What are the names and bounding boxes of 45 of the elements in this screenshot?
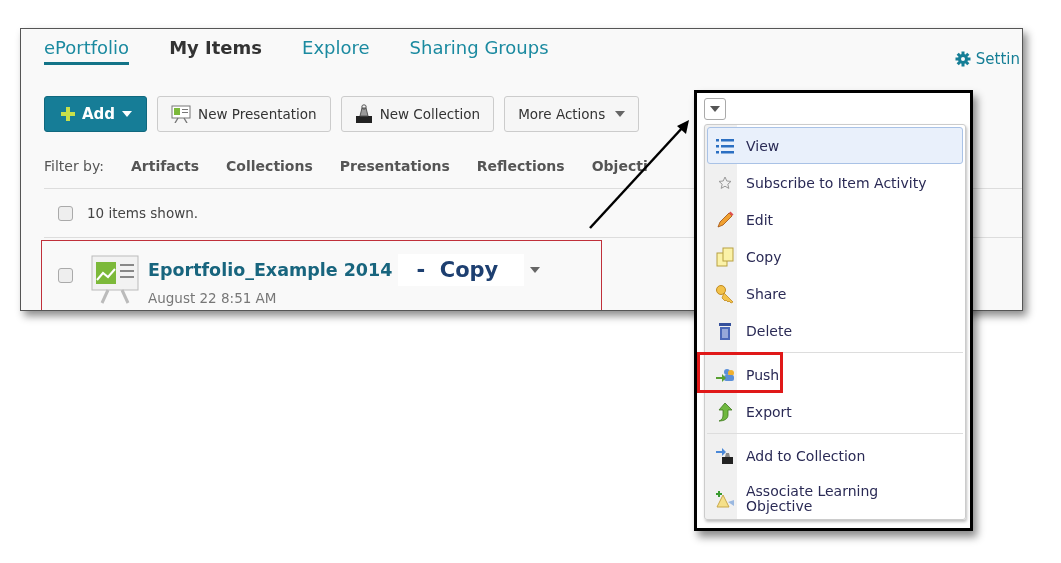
menu-item[interactable]: Associate Learning Objective [707, 474, 963, 524]
menu-item[interactable]: Subscribe to Item Activity [707, 164, 963, 201]
menu-item[interactable]: Push [707, 356, 963, 393]
menu-toggle-button[interactable] [704, 98, 726, 120]
settings-icon [954, 51, 971, 67]
menu-item[interactable]: Add to Collection [707, 437, 963, 474]
nav-tab[interactable]: Sharing Groups [409, 37, 549, 65]
menu-item[interactable]: Copy [707, 238, 963, 275]
filter-option[interactable]: Collections [226, 158, 313, 174]
filter-option[interactable]: Artifacts [131, 158, 200, 174]
target-icon [714, 488, 736, 510]
select-all-checkbox[interactable] [58, 205, 73, 221]
filter-label: Filter by: [44, 158, 104, 174]
items-count: 10 items shown. [87, 205, 199, 221]
menu-item[interactable]: View [707, 127, 963, 164]
caret-icon [122, 111, 133, 117]
item-menu-button[interactable] [530, 267, 541, 273]
menu-item[interactable]: Share [707, 275, 963, 312]
presentation-board-icon [90, 254, 140, 304]
nav-tab[interactable]: Explore [302, 37, 370, 65]
new-collection-button[interactable]: New Collection [340, 96, 495, 132]
filter-option[interactable]: Objecti [591, 158, 648, 174]
item-checkbox[interactable] [58, 268, 73, 283]
more-actions-button[interactable]: More Actions [504, 96, 640, 132]
caret-icon [710, 106, 720, 112]
presentation-board-icon [171, 105, 192, 123]
caret-icon [615, 111, 626, 117]
documents-icon [714, 245, 736, 268]
filter-option[interactable]: Reflections [476, 158, 565, 174]
annotation-label: - Copy [398, 254, 525, 286]
menu-item[interactable]: Edit [707, 201, 963, 238]
page-heading: My Items [169, 37, 263, 60]
item-date: August 22 8:51 AM [148, 290, 278, 306]
filter-option[interactable]: Presentations [339, 158, 450, 174]
settings-link[interactable]: Settin [975, 50, 1020, 68]
key-icon [714, 282, 736, 305]
add-button[interactable]: Add [44, 96, 148, 132]
nav-tab[interactable]: ePortfolio [44, 37, 130, 65]
plus-icon [61, 107, 75, 121]
caret-icon [530, 267, 541, 273]
menu-item[interactable]: Export [707, 393, 963, 430]
item-title-link[interactable]: Eportfolio_Example 2014 [148, 260, 393, 280]
menu-item[interactable]: Delete [707, 312, 963, 349]
binder-clip-icon [354, 104, 373, 124]
new-presentation-button[interactable]: New Presentation [157, 96, 331, 132]
